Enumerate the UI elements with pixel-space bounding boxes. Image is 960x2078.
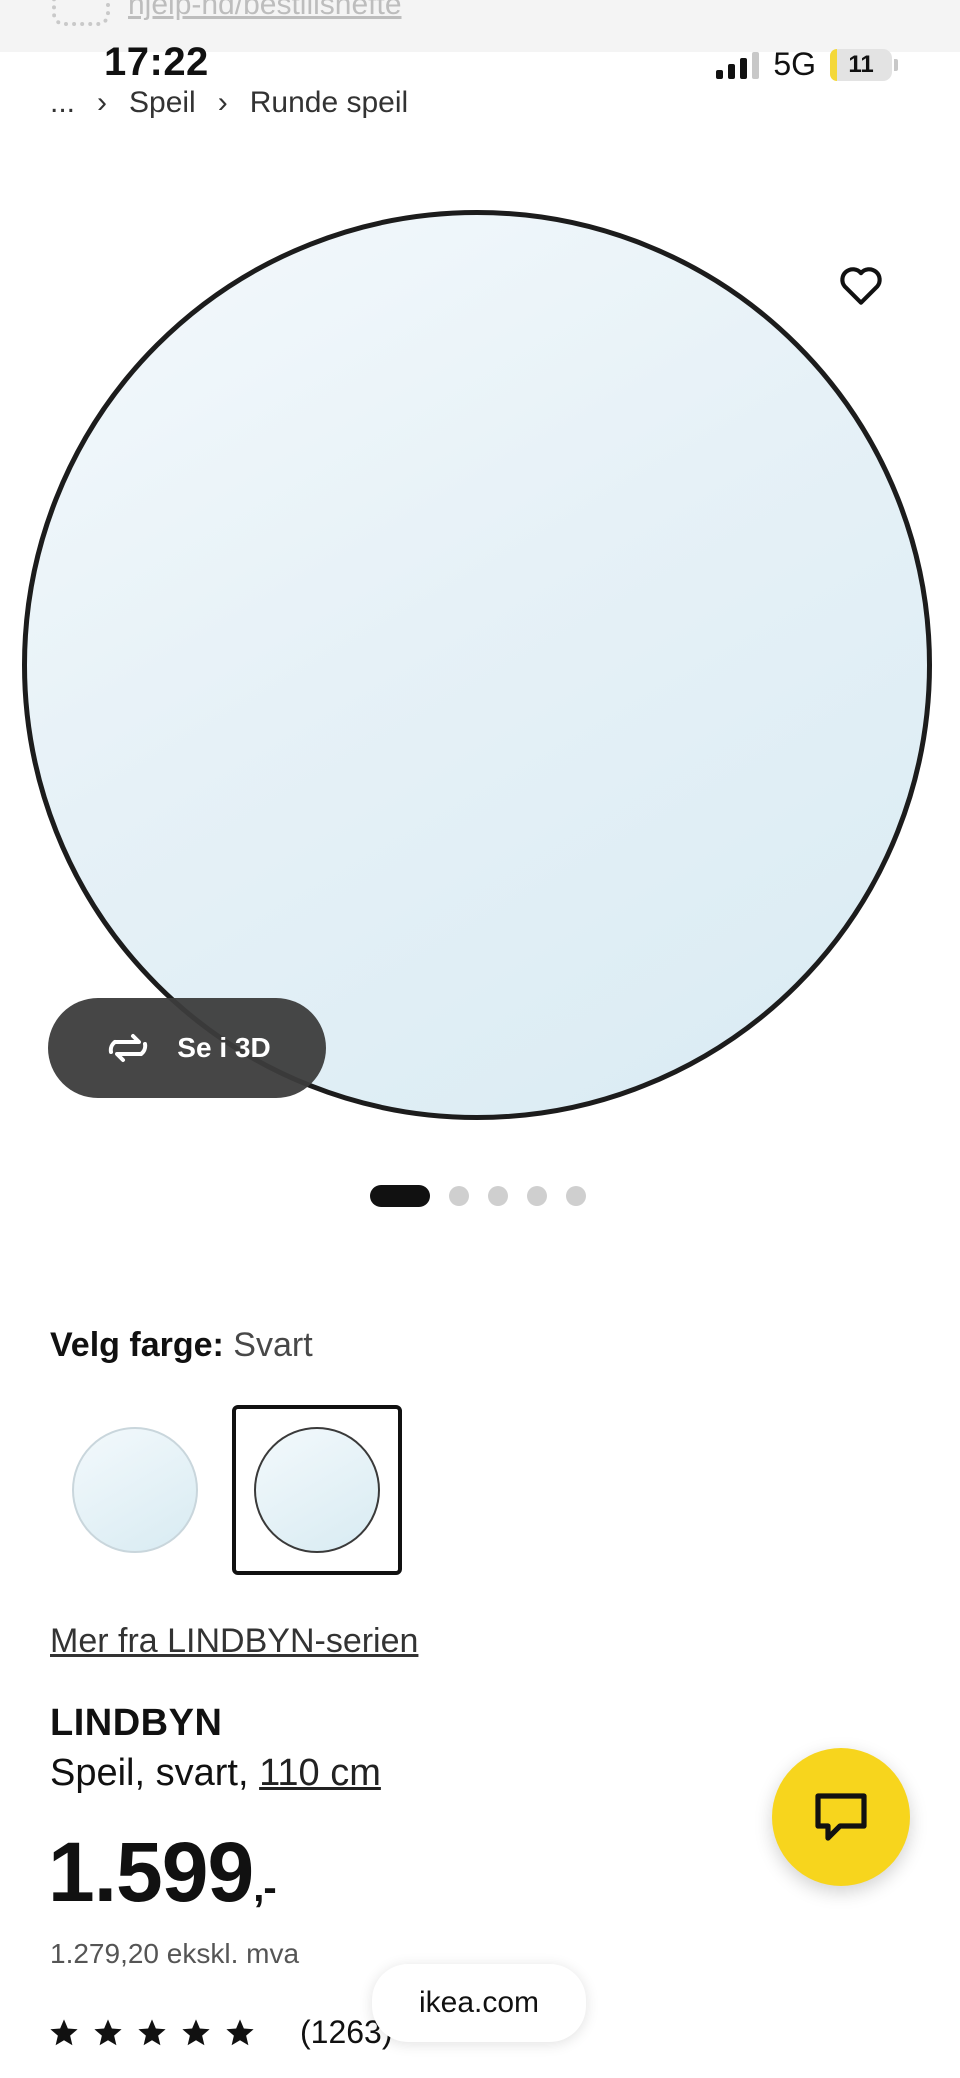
product-image[interactable] [22, 210, 932, 1120]
status-icons: 5G 11 [716, 46, 898, 83]
pagination-dot[interactable] [527, 1186, 547, 1206]
price-ex-vat: 1.279,20 ekskl. mva [50, 1938, 300, 1969]
network-label: 5G [773, 46, 816, 82]
star-icon [94, 2018, 122, 2045]
color-label-title: Velg farge: [50, 1326, 224, 1364]
product-description-text: Speil, svart, [50, 1752, 249, 1794]
signal-icon [716, 51, 760, 79]
pagination-dot[interactable] [449, 1186, 469, 1206]
tab-icon [52, 0, 110, 26]
pagination-dot-active[interactable] [370, 1185, 430, 1207]
domain-pill[interactable]: ikea.com [372, 1964, 586, 2042]
url-text[interactable]: hjelp-hd/bestillshefte [128, 0, 402, 22]
rating-stars [48, 2017, 256, 2049]
product-description: Speil, svart, 110 cm [50, 1752, 381, 1795]
star-icon [138, 2018, 166, 2045]
swatch-image [72, 1427, 198, 1553]
view-3d-label: Se i 3D [177, 1032, 271, 1063]
battery-icon: 11 [830, 48, 892, 81]
series-link[interactable]: Mer fra LINDBYN-serien [50, 1622, 418, 1661]
chat-icon [815, 1793, 867, 1841]
price-suffix: ,- [253, 1866, 276, 1910]
gallery-pagination [370, 1185, 586, 1207]
swatch-image [254, 1427, 380, 1553]
chevron-right-icon: › [217, 86, 228, 119]
color-selected-value: Svart [233, 1326, 313, 1364]
star-icon [182, 2018, 210, 2045]
status-time: 17:22 [104, 40, 209, 84]
view-3d-button[interactable]: Se i 3D [48, 998, 326, 1098]
chat-button[interactable] [772, 1748, 910, 1886]
breadcrumb-item-runde-speil[interactable]: Runde speil [250, 86, 408, 120]
product-size-link[interactable]: 110 cm [259, 1752, 381, 1794]
color-swatch-black[interactable] [232, 1405, 402, 1575]
pagination-dot[interactable] [488, 1186, 508, 1206]
color-label: Velg farge: Svart [50, 1326, 313, 1365]
heart-icon[interactable] [836, 260, 886, 310]
pagination-dot[interactable] [566, 1186, 586, 1206]
star-icon [226, 2018, 254, 2045]
product-rating[interactable]: (1263) [48, 2014, 393, 2051]
rotate-3d-icon [109, 1034, 148, 1062]
chevron-right-icon: › [97, 86, 108, 119]
breadcrumb-ellipsis[interactable]: ... [50, 86, 75, 120]
product-price: 1.599,- [48, 1830, 277, 1914]
price-value: 1.599 [48, 1825, 254, 1919]
star-icon [50, 2018, 78, 2045]
product-name: LINDBYN [50, 1702, 223, 1744]
battery-level: 11 [848, 50, 874, 78]
breadcrumb: ... › Speil › Runde speil [50, 86, 408, 120]
color-swatch-light[interactable] [50, 1405, 220, 1575]
breadcrumb-item-speil[interactable]: Speil [129, 86, 196, 120]
